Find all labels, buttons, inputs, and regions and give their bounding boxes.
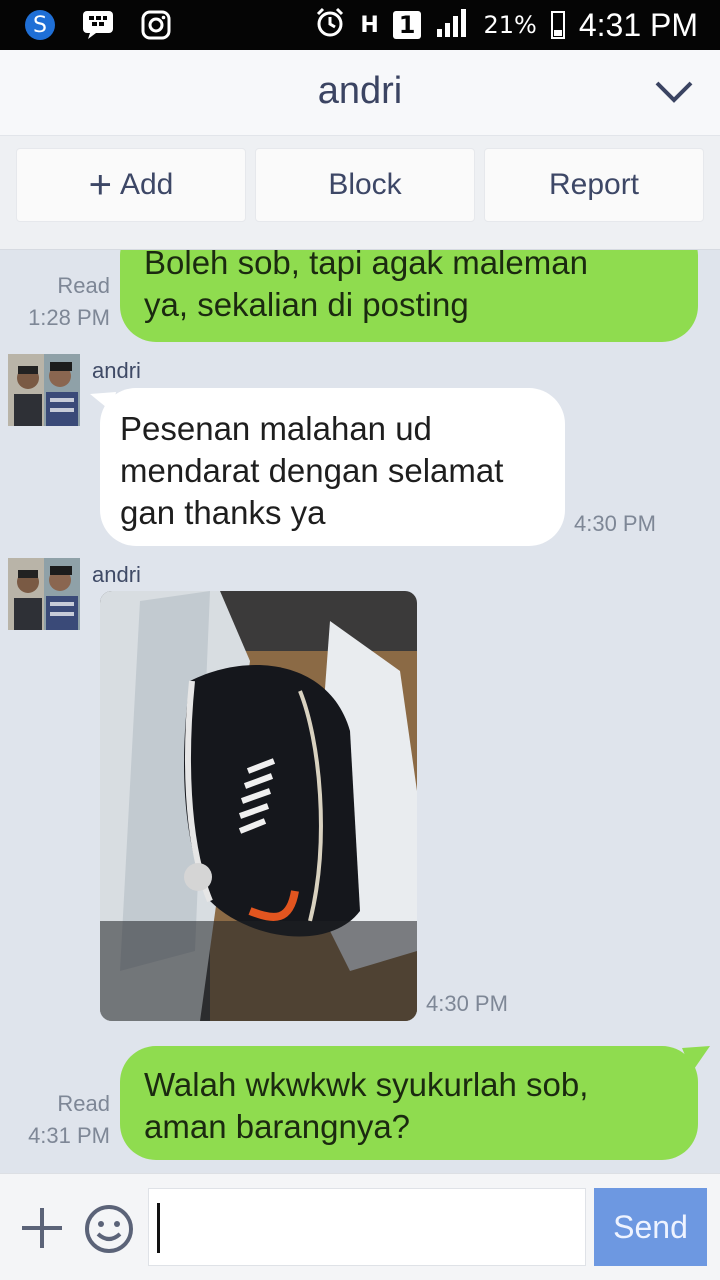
add-friend-button[interactable]: + Add [16, 148, 246, 222]
sim-indicator: 1 [392, 11, 422, 39]
photo-message[interactable] [100, 591, 417, 1021]
sender-name: andri [92, 358, 141, 383]
battery-percent: 21% [483, 11, 537, 39]
message-input[interactable] [148, 1188, 586, 1266]
block-label: Block [328, 168, 402, 201]
message-input-bar: Send [0, 1173, 720, 1280]
message-time: 1:28 PM [28, 305, 110, 330]
outgoing-message[interactable]: Boleh sob, tapi agak maleman ya, sekalia… [120, 250, 698, 342]
status-bar: S H 1 21% 4:31 PM [0, 0, 720, 50]
incoming-message[interactable]: Pesenan malahan ud mendarat dengan selam… [100, 388, 565, 546]
avatar[interactable] [8, 354, 80, 426]
read-label: Read [57, 273, 110, 298]
avatar[interactable] [8, 558, 80, 630]
network-type-indicator: H [360, 12, 379, 38]
plus-icon: + [88, 163, 112, 207]
message-list[interactable]: Read 1:28 PM Boleh sob, tapi agak malema… [0, 250, 720, 1173]
contact-action-bar: + Add Block Report [0, 136, 720, 250]
send-button[interactable]: Send [594, 1188, 707, 1266]
chat-header: andri [0, 50, 720, 136]
battery-icon [550, 11, 565, 39]
add-label: Add [119, 168, 174, 201]
emoji-icon[interactable] [84, 1204, 134, 1258]
signal-icon [435, 7, 469, 43]
block-button[interactable]: Block [255, 148, 475, 222]
skype-icon: S [22, 8, 58, 42]
read-label: Read [57, 1091, 110, 1116]
sender-name: andri [92, 562, 141, 587]
instagram-icon [138, 8, 174, 42]
sim-number: 1 [398, 11, 416, 39]
status-clock: 4:31 PM [578, 6, 698, 43]
bbm-icon [80, 8, 116, 42]
bubble-tail [682, 1046, 710, 1072]
chevron-down-icon[interactable] [654, 78, 694, 110]
plus-icon[interactable] [20, 1206, 64, 1254]
text-cursor [157, 1203, 160, 1253]
report-button[interactable]: Report [484, 148, 704, 222]
chat-title: andri [317, 70, 403, 112]
message-time: 4:30 PM [426, 991, 508, 1016]
message-time: 4:30 PM [574, 511, 656, 536]
message-time: 4:31 PM [28, 1123, 110, 1148]
alarm-icon [314, 6, 346, 44]
svg-text:S: S [33, 13, 47, 38]
outgoing-message[interactable]: Walah wkwkwk syukurlah sob, aman barangn… [120, 1046, 698, 1160]
report-label: Report [548, 168, 640, 201]
read-receipt: Read 1:28 PM [0, 270, 110, 334]
read-receipt: Read 4:31 PM [0, 1088, 110, 1152]
